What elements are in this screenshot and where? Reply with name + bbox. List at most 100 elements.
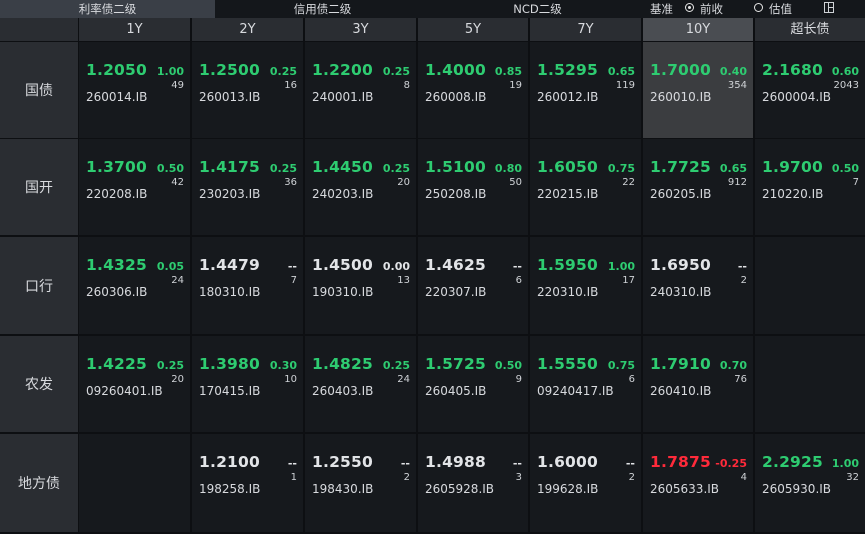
quote-cell[interactable]: 1.7000 0.40 354 260010.IB <box>643 42 753 138</box>
column-header-6[interactable]: 超长债 <box>755 18 865 41</box>
quote-cell[interactable]: 1.5550 0.75 6 09240417.IB <box>530 336 641 432</box>
yield-change: 0.60 <box>831 65 859 78</box>
quote-cell[interactable]: 1.9700 0.50 7 210220.IB <box>755 139 865 235</box>
trade-count: 24 <box>397 374 410 385</box>
yield-change: 0.50 <box>831 162 859 175</box>
quote-cell[interactable]: 1.4225 0.25 20 09260401.IB <box>79 336 190 432</box>
prev-close-radio[interactable] <box>685 3 694 12</box>
bond-code: 180310.IB <box>199 285 261 299</box>
bond-code: 09260401.IB <box>86 384 163 398</box>
quote-cell[interactable]: 1.4500 0.00 13 190310.IB <box>305 237 416 334</box>
yield-change: 0.80 <box>494 162 522 175</box>
quote-cell[interactable]: 1.2200 0.25 8 240001.IB <box>305 42 416 138</box>
column-header-5[interactable]: 10Y <box>643 18 753 41</box>
quote-cell[interactable]: 1.7875 -0.25 4 2605633.IB <box>643 434 753 532</box>
bond-code: 2605930.IB <box>762 482 832 496</box>
layout-icon[interactable] <box>824 2 834 13</box>
yield-value: 1.4450 <box>312 158 374 176</box>
yield-change: -- <box>512 260 522 273</box>
quote-cell[interactable]: 1.4325 0.05 24 260306.IB <box>79 237 190 334</box>
yield-change: 0.65 <box>719 162 747 175</box>
yield-change: 0.25 <box>269 65 297 78</box>
trade-count: 7 <box>852 177 859 188</box>
quote-cell[interactable]: 1.2050 1.00 49 260014.IB <box>79 42 190 138</box>
yield-value: 1.5295 <box>537 61 599 79</box>
quote-cell[interactable]: 1.2550 -- 2 198430.IB <box>305 434 416 532</box>
quote-cell[interactable]: 1.5100 0.80 50 250208.IB <box>418 139 528 235</box>
trade-count: 119 <box>615 80 635 91</box>
trade-count: 20 <box>171 374 184 385</box>
column-header-4[interactable]: 7Y <box>530 18 641 41</box>
yield-value: 1.4175 <box>199 158 261 176</box>
yield-change: 0.40 <box>719 65 747 78</box>
trade-count: 2 <box>628 472 635 483</box>
yield-change: 0.25 <box>382 65 410 78</box>
quote-cell[interactable]: 1.4825 0.25 24 260403.IB <box>305 336 416 432</box>
quote-cell[interactable]: 1.2500 0.25 16 260013.IB <box>192 42 303 138</box>
trade-count: 76 <box>734 374 747 385</box>
row-label-0: 国债 <box>0 42 78 138</box>
yield-change: 0.70 <box>719 359 747 372</box>
quote-cell[interactable]: 1.4988 -- 3 2605928.IB <box>418 434 528 532</box>
quote-cell[interactable]: 1.5950 1.00 17 220310.IB <box>530 237 641 334</box>
bond-code: 260306.IB <box>86 285 148 299</box>
yield-change: 0.50 <box>494 359 522 372</box>
quote-cell[interactable]: 1.4450 0.25 20 240203.IB <box>305 139 416 235</box>
trade-count: 16 <box>284 80 297 91</box>
quote-cell[interactable]: 1.4479 -- 7 180310.IB <box>192 237 303 334</box>
yield-value: 1.5100 <box>425 158 487 176</box>
quote-cell[interactable]: 1.6000 -- 2 199628.IB <box>530 434 641 532</box>
column-header-2[interactable]: 3Y <box>305 18 416 41</box>
yield-value: 2.2925 <box>762 453 824 471</box>
trade-count: 912 <box>727 177 747 188</box>
trade-count: 24 <box>171 275 184 286</box>
quote-cell[interactable]: 1.7910 0.70 76 260410.IB <box>643 336 753 432</box>
tab-credit-bonds[interactable]: 信用债二级 <box>215 0 430 18</box>
quote-cell[interactable]: 1.2100 -- 1 198258.IB <box>192 434 303 532</box>
quote-cell[interactable]: 1.4625 -- 6 220307.IB <box>418 237 528 334</box>
yield-change: -- <box>400 457 410 470</box>
bond-code: 198258.IB <box>199 482 261 496</box>
quote-cell[interactable]: 1.7725 0.65 912 260205.IB <box>643 139 753 235</box>
quote-cell[interactable]: 1.6050 0.75 22 220215.IB <box>530 139 641 235</box>
quote-cell[interactable]: 1.4175 0.25 36 230203.IB <box>192 139 303 235</box>
row-label-2: 口行 <box>0 237 78 334</box>
column-header-1[interactable]: 2Y <box>192 18 303 41</box>
quote-cell[interactable]: 1.4000 0.85 19 260008.IB <box>418 42 528 138</box>
yield-value: 1.5950 <box>537 256 599 274</box>
column-header-0[interactable]: 1Y <box>79 18 190 41</box>
yield-change: -- <box>625 457 635 470</box>
yield-change: 0.50 <box>156 162 184 175</box>
bond-code: 260014.IB <box>86 90 148 104</box>
yield-value: 1.7910 <box>650 355 712 373</box>
bond-code: 210220.IB <box>762 187 824 201</box>
tab-ncd[interactable]: NCD二级 <box>430 0 645 18</box>
prev-close-label[interactable]: 前收 <box>700 0 723 18</box>
quote-cell[interactable]: 2.1680 0.60 2043 2600004.IB <box>755 42 865 138</box>
quote-cell[interactable]: 1.5295 0.65 119 260012.IB <box>530 42 641 138</box>
yield-change: 0.65 <box>607 65 635 78</box>
trade-count: 6 <box>515 275 522 286</box>
yield-change: -- <box>287 260 297 273</box>
quote-cell[interactable]: 1.6950 -- 2 240310.IB <box>643 237 753 334</box>
bond-code: 2605633.IB <box>650 482 720 496</box>
quote-cell[interactable]: 1.5725 0.50 9 260405.IB <box>418 336 528 432</box>
tab-rate-bonds[interactable]: 利率债二级 <box>0 0 215 18</box>
yield-value: 1.6050 <box>537 158 599 176</box>
header-corner <box>0 18 78 41</box>
yield-value: 1.4225 <box>86 355 148 373</box>
yield-change: 0.25 <box>269 162 297 175</box>
quote-cell <box>755 237 865 334</box>
column-header-3[interactable]: 5Y <box>418 18 528 41</box>
quote-cell[interactable]: 2.2925 1.00 32 2605930.IB <box>755 434 865 532</box>
quote-cell[interactable]: 1.3980 0.30 10 170415.IB <box>192 336 303 432</box>
quote-cell <box>79 434 190 532</box>
bond-code: 220215.IB <box>537 187 599 201</box>
quote-cell[interactable]: 1.3700 0.50 42 220208.IB <box>79 139 190 235</box>
valuation-radio[interactable] <box>754 3 763 12</box>
yield-change: 1.00 <box>156 65 184 78</box>
yield-value: 2.1680 <box>762 61 824 79</box>
valuation-label[interactable]: 估值 <box>769 0 792 18</box>
bond-code: 170415.IB <box>199 384 261 398</box>
trade-count: 1 <box>290 472 297 483</box>
